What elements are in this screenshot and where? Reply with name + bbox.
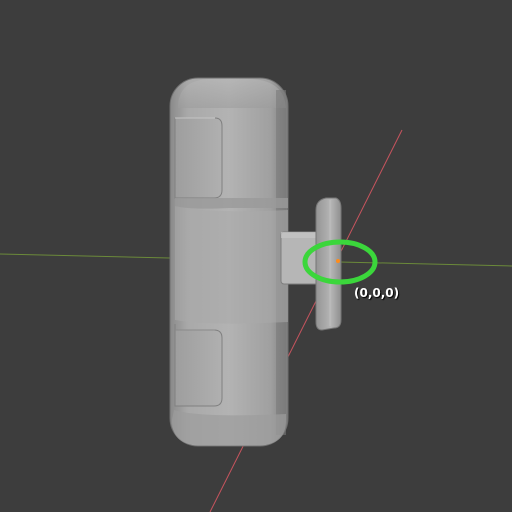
3d-viewport[interactable]: (0,0,0) <box>0 0 512 512</box>
origin-point[interactable] <box>336 259 340 263</box>
origin-coordinate-label: (0,0,0) <box>354 286 400 300</box>
mounting-plate[interactable] <box>315 197 342 331</box>
middle-segment <box>175 206 288 324</box>
lower-panel[interactable] <box>174 324 223 407</box>
viewport-scene[interactable] <box>0 0 512 512</box>
